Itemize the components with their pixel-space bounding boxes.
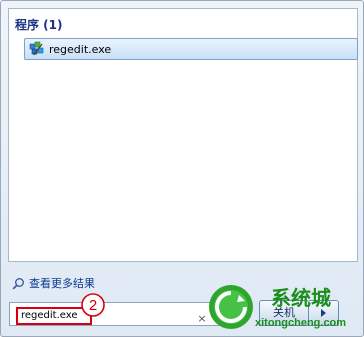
results-group-header: 程序 (1) [15, 18, 63, 32]
step-number-badge: 2 [81, 293, 105, 317]
step-number-text: 2 [89, 297, 97, 314]
search-icon [12, 277, 24, 290]
watermark-url: xitongcheng.com [255, 317, 347, 329]
see-more-results-link[interactable]: 查看更多结果 [12, 275, 95, 291]
watermark-brand: 系统城 [271, 286, 331, 309]
watermark-logo-icon [209, 285, 253, 329]
see-more-label: 查看更多结果 [29, 277, 95, 290]
start-menu-search-panel: 程序 (1) regedit.exe 查看更多结果 regedit.exe × … [0, 0, 364, 337]
program-result-label: regedit.exe [49, 42, 112, 56]
watermark-brand-text: 系统城 [271, 286, 331, 309]
regedit-icon [29, 41, 44, 56]
program-result-item[interactable]: regedit.exe [24, 38, 358, 60]
search-results-pane: 程序 (1) regedit.exe [8, 8, 358, 262]
